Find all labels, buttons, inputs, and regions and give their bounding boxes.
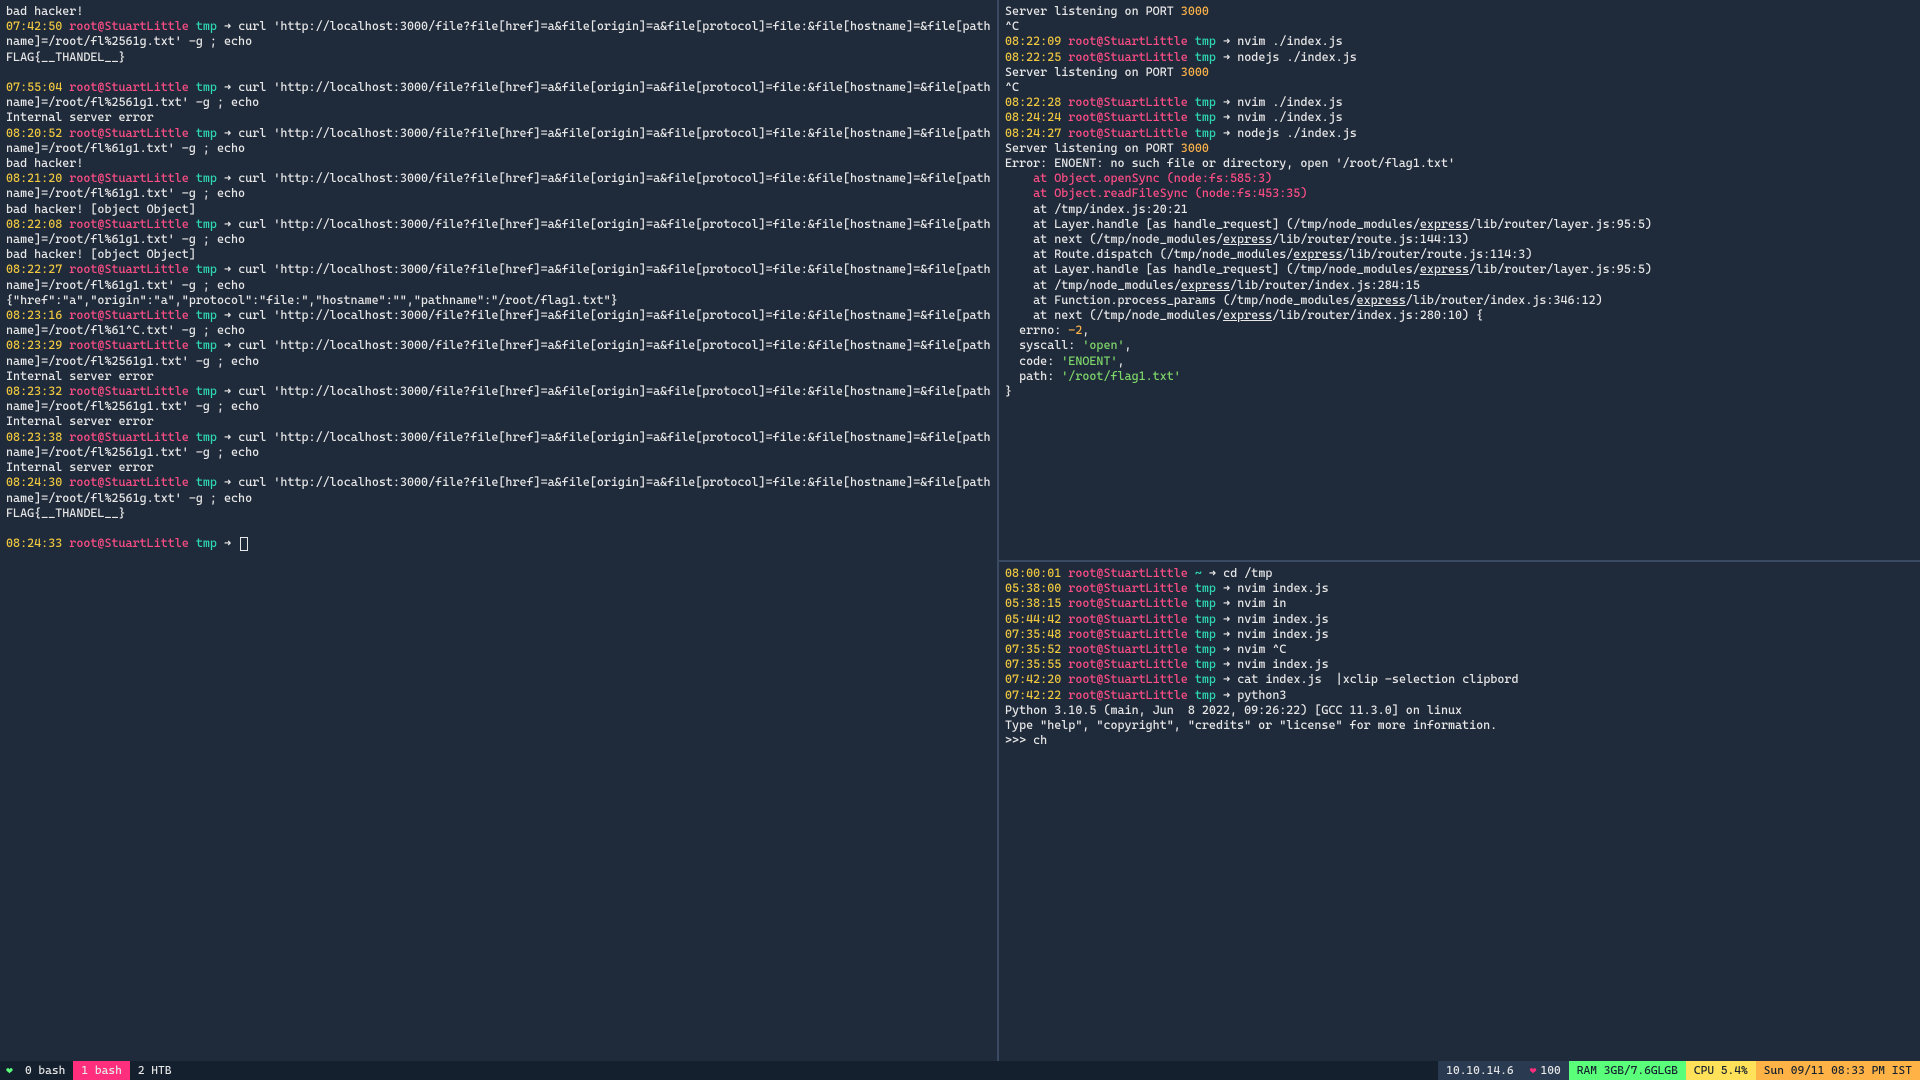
- shell-command: 08:00:01 root@StuartLittle ~ ➜ cd /tmp: [1005, 566, 1916, 581]
- command-output: Internal server error: [6, 110, 993, 125]
- shell-command: 07:42:22 root@StuartLittle tmp ➜ python3: [1005, 688, 1916, 703]
- window-tab-2[interactable]: 2 HTB: [130, 1061, 180, 1080]
- shell-command: 08:22:28 root@StuartLittle tmp ➜ nvim ./…: [1005, 95, 1916, 110]
- shell-command: 08:22:09 root@StuartLittle tmp ➜ nvim ./…: [1005, 34, 1916, 49]
- command-output: FLAG{__THANDEL__}: [6, 50, 993, 65]
- error-property: path: '/root/flag1.txt': [1005, 369, 1916, 384]
- shell-command: 07:35:48 root@StuartLittle tmp ➜ nvim in…: [1005, 627, 1916, 642]
- stack-trace-line: at /tmp/node_modules/express/lib/router/…: [1005, 278, 1916, 293]
- shell-command: 08:20:52 root@StuartLittle tmp ➜ curl 'h…: [6, 126, 993, 156]
- server-output: ^C: [1005, 19, 1916, 34]
- server-output: Server listening on PORT 3000: [1005, 141, 1916, 156]
- shell-command: 08:23:38 root@StuartLittle tmp ➜ curl 'h…: [6, 430, 993, 460]
- server-output: Server listening on PORT 3000: [1005, 4, 1916, 19]
- command-output: FLAG{__THANDEL__}: [6, 506, 993, 521]
- command-output: Internal server error: [6, 369, 993, 384]
- stack-trace-line: at Object.openSync (node:fs:585:3): [1005, 171, 1916, 186]
- python-banner: Type "help", "copyright", "credits" or "…: [1005, 718, 1916, 733]
- window-tab-0[interactable]: 0 bash: [17, 1061, 73, 1080]
- tmux-panes: bad hacker!07:42:50 root@StuartLittle tm…: [0, 0, 1920, 1061]
- shell-command: 08:23:32 root@StuartLittle tmp ➜ curl 'h…: [6, 384, 993, 414]
- stack-trace-line: at next (/tmp/node_modules/express/lib/r…: [1005, 232, 1916, 247]
- stack-trace-line: at /tmp/index.js:20:21: [1005, 202, 1916, 217]
- shell-command: 07:42:20 root@StuartLittle tmp ➜ cat ind…: [1005, 672, 1916, 687]
- shell-command: 07:35:52 root@StuartLittle tmp ➜ nvim ^C: [1005, 642, 1916, 657]
- command-output: Internal server error: [6, 460, 993, 475]
- error-property: code: 'ENOENT',: [1005, 354, 1916, 369]
- right-column: Server listening on PORT 3000^C08:22:09 …: [999, 0, 1920, 1061]
- server-output: ^C: [1005, 80, 1916, 95]
- shell-command: 08:23:16 root@StuartLittle tmp ➜ curl 'h…: [6, 308, 993, 338]
- command-output: bad hacker! [object Object]: [6, 202, 993, 217]
- shell-command: 08:24:30 root@StuartLittle tmp ➜ curl 'h…: [6, 475, 993, 505]
- shell-command: 08:24:24 root@StuartLittle tmp ➜ nvim ./…: [1005, 110, 1916, 125]
- shell-command: 07:55:04 root@StuartLittle tmp ➜ curl 'h…: [6, 80, 993, 110]
- stack-trace-line: at next (/tmp/node_modules/express/lib/r…: [1005, 308, 1916, 323]
- error-close: }: [1005, 384, 1916, 399]
- cursor-icon: [240, 537, 248, 551]
- shell-command: 07:35:55 root@StuartLittle tmp ➜ nvim in…: [1005, 657, 1916, 672]
- stack-trace-line: at Function.process_params (/tmp/node_mo…: [1005, 293, 1916, 308]
- tmux-status-bar: ❤ 0 bash 1 bash 2 HTB 10.10.14.6 ❤100 RA…: [0, 1061, 1920, 1080]
- stack-trace-line: at Object.readFileSync (node:fs:453:35): [1005, 186, 1916, 201]
- command-output: Internal server error: [6, 414, 993, 429]
- pane-right-bottom[interactable]: 08:00:01 root@StuartLittle ~ ➜ cd /tmp05…: [999, 562, 1920, 1061]
- error-property: errno: -2,: [1005, 323, 1916, 338]
- stack-trace-line: at Layer.handle [as handle_request] (/tm…: [1005, 217, 1916, 232]
- python-repl-prompt[interactable]: >>> ch: [1005, 733, 1916, 748]
- status-clock: Sun 09/11 08:33 PM IST: [1756, 1061, 1920, 1080]
- shell-command: 08:22:08 root@StuartLittle tmp ➜ curl 'h…: [6, 217, 993, 247]
- window-tab-1-active[interactable]: 1 bash: [73, 1061, 129, 1080]
- shell-command: 08:22:25 root@StuartLittle tmp ➜ nodejs …: [1005, 50, 1916, 65]
- status-ip: 10.10.14.6: [1438, 1061, 1521, 1080]
- python-banner: Python 3.10.5 (main, Jun 8 2022, 09:26:2…: [1005, 703, 1916, 718]
- error-property: syscall: 'open',: [1005, 338, 1916, 353]
- shell-command: 08:21:20 root@StuartLittle tmp ➜ curl 'h…: [6, 171, 993, 201]
- command-output: bad hacker!: [6, 4, 993, 19]
- shell-command: 05:38:15 root@StuartLittle tmp ➜ nvim in: [1005, 596, 1916, 611]
- server-output: Server listening on PORT 3000: [1005, 65, 1916, 80]
- error-header: Error: ENOENT: no such file or directory…: [1005, 156, 1916, 171]
- stack-trace-line: at Layer.handle [as handle_request] (/tm…: [1005, 262, 1916, 277]
- status-battery: ❤100: [1522, 1061, 1569, 1080]
- command-output: bad hacker!: [6, 156, 993, 171]
- shell-command: 05:44:42 root@StuartLittle tmp ➜ nvim in…: [1005, 612, 1916, 627]
- shell-command: 08:22:27 root@StuartLittle tmp ➜ curl 'h…: [6, 262, 993, 292]
- shell-command: 05:38:00 root@StuartLittle tmp ➜ nvim in…: [1005, 581, 1916, 596]
- status-cpu: CPU 5.4%: [1686, 1061, 1756, 1080]
- shell-command: 07:42:50 root@StuartLittle tmp ➜ curl 'h…: [6, 19, 993, 49]
- shell-prompt[interactable]: 08:24:33 root@StuartLittle tmp ➜: [6, 536, 993, 551]
- stack-trace-line: at Route.dispatch (/tmp/node_modules/exp…: [1005, 247, 1916, 262]
- shell-command: 08:24:27 root@StuartLittle tmp ➜ nodejs …: [1005, 126, 1916, 141]
- status-ram: RAM 3GB/7.6GLGB: [1569, 1061, 1686, 1080]
- pane-right-top[interactable]: Server listening on PORT 3000^C08:22:09 …: [999, 0, 1920, 560]
- pane-left[interactable]: bad hacker!07:42:50 root@StuartLittle tm…: [0, 0, 997, 1061]
- heart-icon: ❤: [0, 1063, 17, 1078]
- command-output: bad hacker! [object Object]: [6, 247, 993, 262]
- command-output: {"href":"a","origin":"a","protocol":"fil…: [6, 293, 993, 308]
- shell-command: 08:23:29 root@StuartLittle tmp ➜ curl 'h…: [6, 338, 993, 368]
